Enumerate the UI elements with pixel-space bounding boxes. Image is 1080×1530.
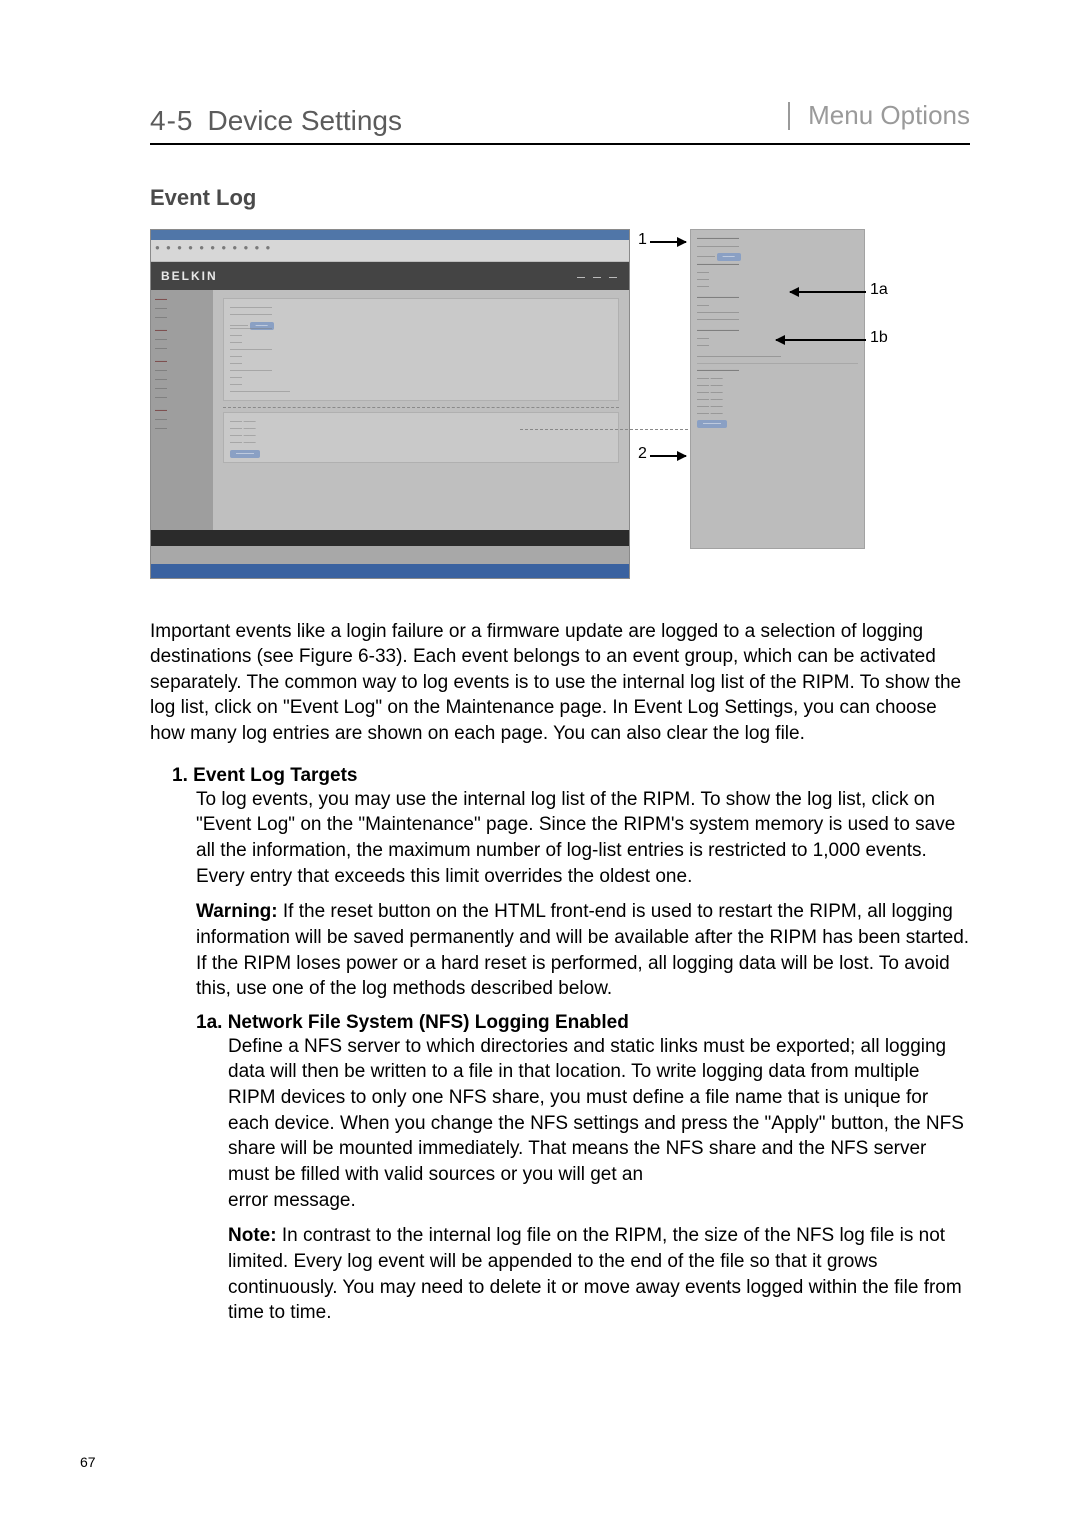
dashed-connector [520, 429, 688, 430]
list-item-1a: 1a. Network File System (NFS) Logging En… [196, 1012, 970, 1326]
brand-logo-text: BELKIN [161, 269, 218, 283]
brand-bar: BELKIN ——— [151, 262, 629, 290]
callout-label-1a: 1a [870, 281, 888, 299]
section-title: Device Settings [207, 105, 402, 137]
item1a-note: Note: In contrast to the internal log fi… [228, 1223, 970, 1326]
item1-para1: To log events, you may use the internal … [196, 787, 970, 890]
screenshot-taskbar [151, 564, 629, 578]
arrow-1b [776, 339, 866, 341]
intro-paragraph: Important events like a login failure or… [150, 619, 970, 747]
list-item-1: 1. Event Log Targets To log events, you … [172, 765, 970, 1002]
arrow-2 [650, 455, 686, 457]
arrow-1 [650, 241, 686, 243]
item1-title: Event Log Targets [193, 765, 357, 786]
item1a-para1: Define a NFS server to which directories… [228, 1034, 970, 1213]
arrow-1a [790, 291, 866, 293]
screenshot-sidebar: —————— —————— —————————— —————— [151, 290, 213, 530]
screenshot-main: ——————— ——————— ——— —— ——————— —— —— ———… [213, 290, 629, 530]
item1a-para2: In contrast to the internal log file on … [228, 1225, 962, 1323]
item1a-title: 1a. Network File System (NFS) Logging En… [196, 1012, 970, 1034]
callout-label-1b: 1b [870, 329, 888, 347]
page-number: 67 [80, 1454, 96, 1470]
page-header: 4-5 Device Settings Menu Options [150, 100, 970, 145]
item1-number: 1. [172, 765, 188, 786]
browser-toolbar: ● ● ● ● ● ● ● ● ● ● ● [151, 240, 629, 262]
note-label: Note: [228, 1225, 277, 1246]
screenshot-left: ● ● ● ● ● ● ● ● ● ● ● BELKIN ——— —————— … [150, 229, 630, 579]
callout-label-1: 1 [638, 231, 647, 249]
header-divider [788, 102, 790, 130]
warning-label: Warning: [196, 901, 278, 922]
header-right-label: Menu Options [808, 100, 970, 131]
item1-warning: Warning: If the reset button on the HTML… [196, 899, 970, 1002]
window-titlebar [151, 230, 629, 240]
figure-event-log: ● ● ● ● ● ● ● ● ● ● ● BELKIN ——— —————— … [150, 229, 870, 589]
section-heading-event-log: Event Log [150, 185, 970, 211]
screenshot-callout-panel: ————————————————— —— ————————————— —————… [690, 229, 865, 549]
section-number: 4-5 [150, 105, 193, 137]
screenshot-footer [151, 530, 629, 546]
callout-label-2: 2 [638, 445, 647, 463]
item1-para2: If the reset button on the HTML front-en… [196, 901, 969, 999]
